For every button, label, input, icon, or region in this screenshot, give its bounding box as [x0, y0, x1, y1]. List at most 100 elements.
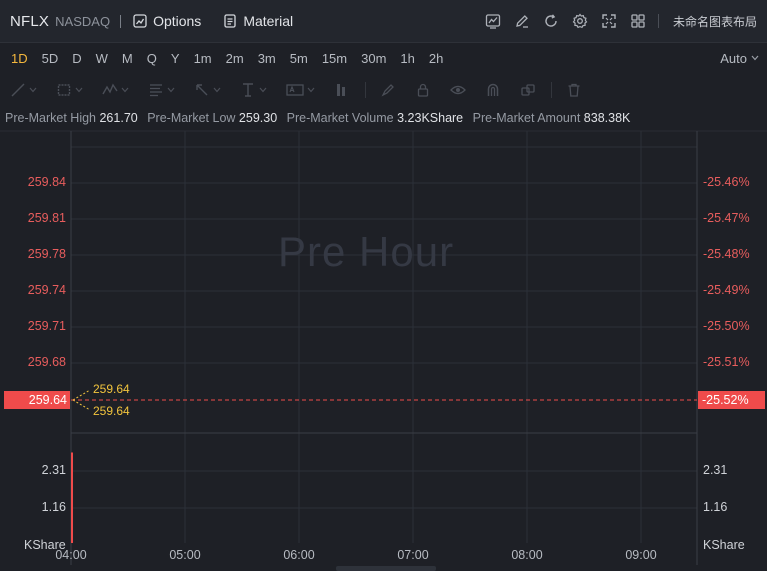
exchange-name: NASDAQ: [55, 13, 111, 29]
arrow-tool[interactable]: [194, 82, 221, 98]
timeframe-5m[interactable]: 5m: [283, 51, 315, 66]
amount-value: 838.38K: [583, 111, 631, 125]
annotation-leader-low: [72, 399, 91, 411]
time-tick-label: 09:00: [625, 548, 657, 562]
price-tick-label: 259.78: [27, 247, 66, 261]
chevron-down-icon: [75, 87, 83, 93]
delete-tool[interactable]: [566, 82, 582, 98]
refresh-icon[interactable]: [543, 13, 559, 29]
measure-tool[interactable]: [240, 82, 267, 98]
link-icon: [521, 84, 535, 96]
chart-watermark: Pre Hour: [278, 228, 455, 275]
timeframe-5d[interactable]: 5D: [35, 51, 66, 66]
gear-icon[interactable]: [572, 13, 588, 29]
time-tick-label: 08:00: [511, 548, 543, 562]
timeframe-d[interactable]: D: [65, 51, 88, 66]
layout-grid-icon[interactable]: [630, 13, 646, 29]
timeframe-1h[interactable]: 1h: [393, 51, 421, 66]
pct-tick-label: -25.51%: [703, 355, 750, 369]
edit-icon[interactable]: [514, 13, 530, 29]
timeframe-1d[interactable]: 1D: [0, 51, 35, 66]
ruler-tool[interactable]: [334, 82, 350, 98]
lock-icon: [417, 83, 429, 97]
chart-scrollbar[interactable]: [336, 566, 436, 571]
toolbar-divider: [657, 14, 659, 28]
auto-label: Auto: [720, 50, 747, 66]
timeframe-1m[interactable]: 1m: [187, 51, 219, 66]
volume-tick-left: 2.31: [41, 463, 66, 477]
chevron-down-icon: [29, 87, 37, 93]
timeframe-w[interactable]: W: [89, 51, 115, 66]
pct-tick-label: -25.47%: [703, 211, 750, 225]
fullscreen-icon[interactable]: [601, 13, 617, 29]
volume-unit-right: KShare: [703, 538, 745, 552]
options-label: Options: [153, 13, 202, 29]
shape-tool[interactable]: [56, 82, 83, 98]
indicator-chart-icon[interactable]: [485, 13, 501, 29]
grid-horizontal: [71, 146, 697, 509]
timeframe-3m[interactable]: 3m: [251, 51, 283, 66]
volume-value: 3.23KShare: [397, 111, 464, 125]
volume-tick-right: 2.31: [703, 463, 728, 477]
material-button[interactable]: Material: [223, 13, 293, 29]
chevron-down-icon: [259, 87, 267, 93]
options-icon: [133, 14, 147, 28]
visibility-tool[interactable]: [450, 82, 466, 98]
top-toolbar: NFLX NASDAQ Options Material 未命名图表布局: [0, 0, 767, 43]
current-price-label: 259.64: [4, 391, 70, 409]
timeframe-30m[interactable]: 30m: [354, 51, 393, 66]
magnet-icon: [487, 83, 499, 96]
pattern-icon: [102, 83, 118, 95]
fibonacci-icon: [150, 84, 162, 97]
timeframe-m[interactable]: M: [115, 51, 140, 66]
volume-bars: [71, 452, 73, 543]
amount-label: Pre-Market Amount: [472, 111, 581, 125]
high-value: 261.70: [99, 111, 138, 125]
volume-bar: [71, 452, 73, 543]
ruler-icon: [337, 84, 345, 96]
grid-vertical: [184, 131, 642, 543]
price-tick-label: 259.74: [27, 283, 66, 297]
timeframe-bar: 1D 5D D W M Q Y 1m 2m 3m 5m 15m 30m 1h 2…: [0, 43, 767, 73]
options-button[interactable]: Options: [133, 13, 201, 29]
layout-name[interactable]: 未命名图表布局: [673, 13, 757, 30]
toolbar-divider: [120, 14, 122, 28]
trash-icon: [568, 83, 580, 97]
chevron-down-icon: [167, 87, 175, 93]
toolbar-divider: [551, 82, 552, 98]
current-pct-label: -25.52%: [698, 391, 765, 409]
top-right-tools: 未命名图表布局: [472, 13, 767, 30]
trend-line-icon: [11, 83, 25, 97]
pct-tick-label: -25.49%: [703, 283, 750, 297]
chevron-down-icon: [213, 87, 221, 93]
line-tool[interactable]: [10, 82, 37, 98]
timeframe-q[interactable]: Q: [140, 51, 164, 66]
price-tick-label: 259.84: [27, 175, 66, 189]
symbol-name[interactable]: NFLX: [10, 13, 49, 30]
link-tool[interactable]: [520, 82, 536, 98]
timeframe-15m[interactable]: 15m: [315, 51, 354, 66]
price-tick-label: 259.68: [27, 355, 66, 369]
low-label: Pre-Market Low: [147, 111, 236, 125]
high-label: Pre-Market High: [5, 111, 96, 125]
magnet-tool[interactable]: [485, 82, 501, 98]
document-icon: [224, 14, 236, 28]
annotation-low: 259.64: [93, 404, 130, 418]
measure-icon: [243, 83, 253, 97]
brush-tool[interactable]: [380, 82, 396, 98]
text-tool[interactable]: [286, 82, 315, 98]
fib-tool[interactable]: [148, 82, 175, 98]
volume-tick-left: 1.16: [41, 500, 66, 514]
pct-tick-label: -25.50%: [703, 319, 750, 333]
drawing-toolbar: [0, 76, 767, 104]
chevron-down-icon: [307, 87, 315, 93]
auto-scale-dropdown[interactable]: Auto: [720, 51, 759, 66]
lock-tool[interactable]: [415, 82, 431, 98]
timeframe-2h[interactable]: 2h: [422, 51, 450, 66]
rectangle-icon: [57, 84, 71, 96]
premarket-info: Pre-Market High 261.70 Pre-Market Low 25…: [5, 111, 636, 127]
pattern-tool[interactable]: [102, 82, 129, 98]
timeframe-2m[interactable]: 2m: [219, 51, 251, 66]
timeframe-y[interactable]: Y: [164, 51, 187, 66]
price-tick-label: 259.71: [27, 319, 66, 333]
